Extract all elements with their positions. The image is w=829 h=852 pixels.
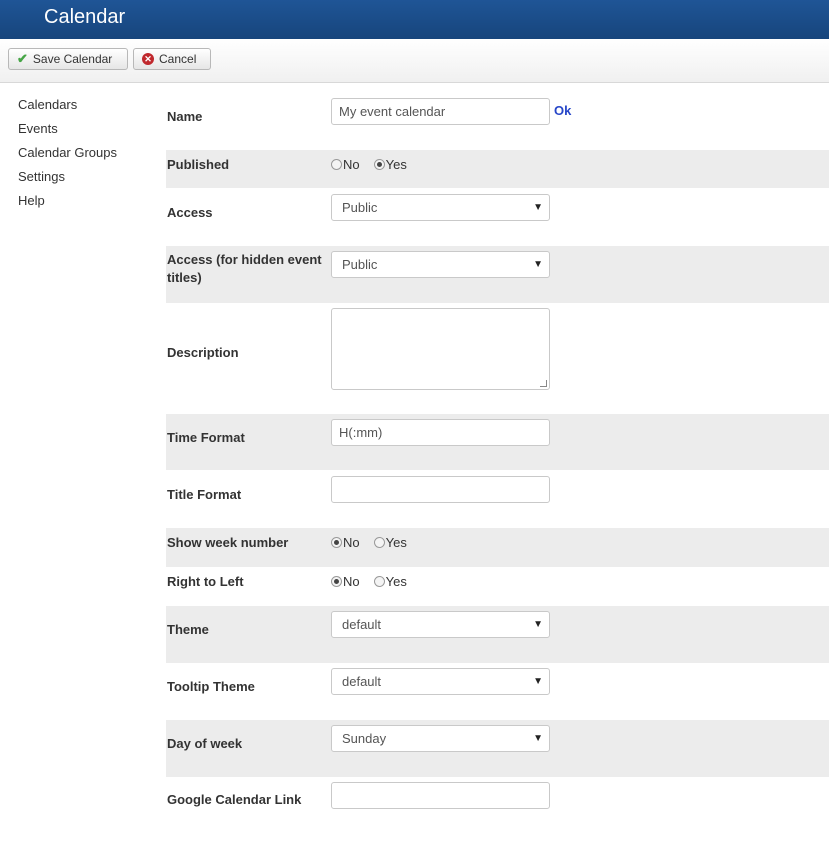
form-row-day-of-week: Day of week Sunday ▼ xyxy=(166,720,829,777)
sidebar-item-calendar-groups[interactable]: Calendar Groups xyxy=(18,144,117,168)
tooltip-theme-select[interactable]: default ▼ xyxy=(331,668,550,695)
form-row-access: Access Public ▼ xyxy=(166,188,829,246)
name-input[interactable] xyxy=(331,98,550,125)
page-title: Calendar xyxy=(44,6,126,28)
radio-icon xyxy=(373,576,385,587)
form-row-theme: Theme default ▼ xyxy=(166,606,829,663)
radio-checked-icon xyxy=(373,159,385,170)
show-week-number-label: Show week number xyxy=(167,535,289,550)
right-to-left-label: Right to Left xyxy=(167,574,244,589)
description-label: Description xyxy=(167,345,239,360)
form-row-tooltip-theme: Tooltip Theme default ▼ xyxy=(166,663,829,720)
tooltip-theme-select-value: default xyxy=(342,674,382,689)
published-yes-label: Yes xyxy=(385,157,407,172)
access-hidden-label: Access (for hidden event titles) xyxy=(167,252,322,285)
right-to-left-yes-label: Yes xyxy=(385,574,407,589)
show-week-number-yes-radio[interactable]: Yes xyxy=(373,535,407,550)
caret-down-icon: ▼ xyxy=(533,733,543,744)
radio-checked-icon xyxy=(331,576,342,587)
cancel-button[interactable]: ✕ Cancel xyxy=(133,48,211,70)
access-hidden-select[interactable]: Public ▼ xyxy=(331,251,550,278)
form-row-name: Name Ok xyxy=(166,93,829,140)
caret-down-icon: ▼ xyxy=(533,619,543,630)
form-row-google-link: Google Calendar Link xyxy=(166,777,829,827)
description-textarea[interactable] xyxy=(331,308,550,390)
form-row-right-to-left: Right to Left No Yes xyxy=(166,567,829,606)
theme-select[interactable]: default ▼ xyxy=(331,611,550,638)
show-week-number-radio-group: No Yes xyxy=(331,535,407,550)
published-no-label: No xyxy=(343,157,360,172)
form-row-published: Published No Yes xyxy=(166,150,829,188)
caret-down-icon: ▼ xyxy=(533,259,543,270)
sidebar-item-help[interactable]: Help xyxy=(18,192,117,216)
right-to-left-radio-group: No Yes xyxy=(331,574,407,589)
radio-icon xyxy=(373,537,385,548)
cancel-label: Cancel xyxy=(159,52,197,66)
published-radio-group: No Yes xyxy=(331,157,407,172)
form-row-title-format: Title Format xyxy=(166,470,829,528)
published-no-radio[interactable]: No xyxy=(331,157,360,172)
sidebar-item-calendars[interactable]: Calendars xyxy=(18,96,117,120)
day-of-week-select[interactable]: Sunday ▼ xyxy=(331,725,550,752)
check-icon: ✔ xyxy=(17,51,28,66)
cancel-icon: ✕ xyxy=(142,53,154,65)
google-link-label: Google Calendar Link xyxy=(167,792,302,807)
save-calendar-button[interactable]: ✔ Save Calendar xyxy=(8,48,128,70)
form-row-access-hidden: Access (for hidden event titles) Public … xyxy=(166,246,829,303)
form-row-time-format: Time Format xyxy=(166,414,829,470)
access-hidden-select-value: Public xyxy=(342,257,378,272)
show-week-number-no-radio[interactable]: No xyxy=(331,535,360,550)
show-week-number-no-label: No xyxy=(343,535,360,550)
app-header: Calendar xyxy=(0,0,829,39)
access-select-value: Public xyxy=(342,200,378,215)
ok-link[interactable]: Ok xyxy=(554,103,571,118)
title-format-input[interactable] xyxy=(331,476,550,503)
radio-checked-icon xyxy=(331,537,342,548)
right-to-left-no-radio[interactable]: No xyxy=(331,574,360,589)
form-row-show-week-number: Show week number No Yes xyxy=(166,528,829,567)
time-format-input[interactable] xyxy=(331,419,550,446)
save-calendar-label: Save Calendar xyxy=(32,52,113,66)
day-of-week-label: Day of week xyxy=(167,736,243,751)
resize-grip-icon[interactable] xyxy=(540,380,547,387)
time-format-label: Time Format xyxy=(167,430,245,445)
published-yes-radio[interactable]: Yes xyxy=(373,157,407,172)
sidebar-item-settings[interactable]: Settings xyxy=(18,168,117,192)
access-label: Access xyxy=(167,205,213,220)
toolbar: ✔ Save Calendar ✕ Cancel xyxy=(0,39,829,83)
access-select[interactable]: Public ▼ xyxy=(331,194,550,221)
theme-select-value: default xyxy=(342,617,382,632)
theme-label: Theme xyxy=(167,622,209,637)
right-to-left-yes-radio[interactable]: Yes xyxy=(373,574,407,589)
show-week-number-yes-label: Yes xyxy=(385,535,407,550)
title-format-label: Title Format xyxy=(167,487,242,502)
form-row-description: Description xyxy=(166,303,829,414)
sidebar-nav: Calendars Events Calendar Groups Setting… xyxy=(18,96,117,216)
radio-icon xyxy=(331,159,342,170)
right-to-left-no-label: No xyxy=(343,574,360,589)
sidebar-item-events[interactable]: Events xyxy=(18,120,117,144)
name-label: Name xyxy=(167,109,203,124)
caret-down-icon: ▼ xyxy=(533,202,543,213)
google-link-input[interactable] xyxy=(331,782,550,809)
day-of-week-select-value: Sunday xyxy=(342,731,387,746)
caret-down-icon: ▼ xyxy=(533,676,543,687)
tooltip-theme-label: Tooltip Theme xyxy=(167,679,255,694)
published-label: Published xyxy=(167,157,230,172)
